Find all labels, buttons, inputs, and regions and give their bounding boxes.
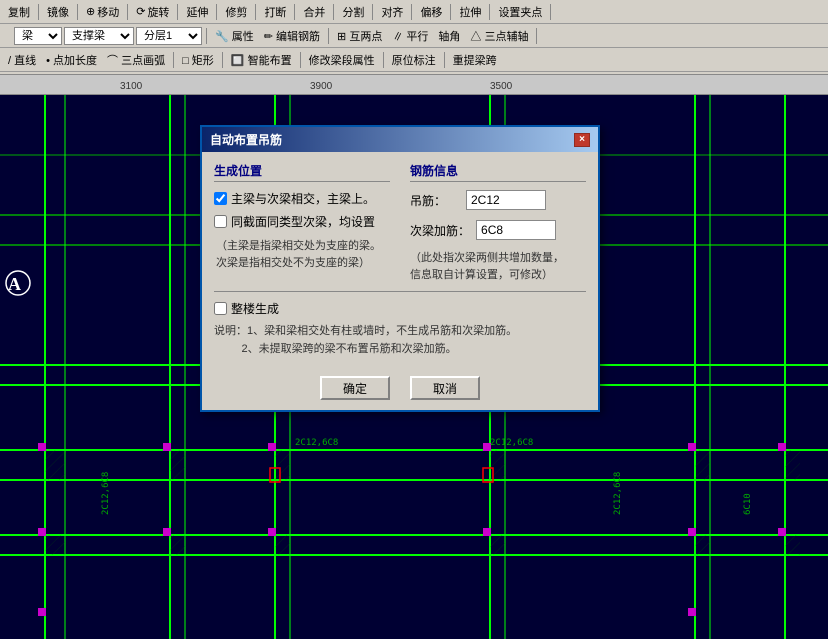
checkbox1-label: 主梁与次梁相交，主梁上。 bbox=[231, 190, 375, 207]
sep bbox=[550, 4, 551, 20]
note-title: 说明：1、梁和梁相交处有柱或墙时，不生成吊筋和次梁加筋。 bbox=[214, 325, 517, 337]
sep bbox=[294, 4, 295, 20]
dialog-title: 自动布置吊筋 bbox=[210, 131, 282, 148]
dialog-titlebar: 自动布置吊筋 × bbox=[202, 127, 598, 152]
mirror-btn[interactable]: 镜像 bbox=[43, 2, 73, 22]
stretch-btn[interactable]: 拉伸 bbox=[455, 2, 485, 22]
sep bbox=[38, 4, 39, 20]
parallel-btn[interactable]: ∥ 平行 bbox=[388, 26, 432, 46]
checkbox3-label: 整楼生成 bbox=[231, 300, 279, 317]
move-btn[interactable]: ⊕ 移动 bbox=[82, 2, 123, 22]
property-btn[interactable]: 🔧 属性 bbox=[211, 26, 258, 46]
rect-btn[interactable]: □ 矩形 bbox=[178, 50, 218, 70]
arc-btn[interactable]: ⌒ 三点画弧 bbox=[103, 50, 169, 70]
dialog-columns: 生成位置 主梁与次梁相交，主梁上。 同截面同类型次梁，均设置 （主梁是指梁相交处… bbox=[214, 162, 586, 283]
sep bbox=[177, 4, 178, 20]
extend-btn[interactable]: 延伸 bbox=[182, 2, 212, 22]
sep bbox=[489, 4, 490, 20]
layer-select[interactable]: 分层1 bbox=[136, 27, 202, 45]
sep bbox=[383, 52, 384, 68]
sep bbox=[300, 52, 301, 68]
rebar1-input[interactable] bbox=[466, 190, 546, 210]
rebar2-row: 次梁加筋： bbox=[410, 220, 586, 240]
sep bbox=[536, 28, 537, 44]
auto-place-stirrup-dialog: 自动布置吊筋 × 生成位置 主梁与次梁相交，主梁上。 同截面同类型次梁，均设置 bbox=[200, 125, 600, 412]
re-extract-btn[interactable]: 重提梁跨 bbox=[449, 50, 501, 70]
note-line2: 2、未提取梁跨的梁不布置吊筋和次梁加筋。 bbox=[242, 343, 457, 355]
divider bbox=[214, 291, 586, 292]
sep bbox=[206, 28, 207, 44]
trim-btn[interactable]: 修剪 bbox=[221, 2, 251, 22]
sep bbox=[411, 4, 412, 20]
dialog-left-col: 生成位置 主梁与次梁相交，主梁上。 同截面同类型次梁，均设置 （主梁是指梁相交处… bbox=[214, 162, 390, 283]
rebar2-label: 次梁加筋： bbox=[410, 222, 470, 239]
toolbar: 复制 镜像 ⊕ 移动 ⟳ 旋转 延伸 修剪 打断 合并 分割 对齐 偏移 拉伸 … bbox=[0, 0, 828, 75]
checkbox2[interactable] bbox=[214, 215, 227, 228]
offset-btn[interactable]: 偏移 bbox=[416, 2, 446, 22]
point-length-btn[interactable]: • 点加长度 bbox=[42, 50, 101, 70]
beam-type-select[interactable]: 梁 bbox=[14, 27, 62, 45]
split-btn[interactable]: 分割 bbox=[338, 2, 368, 22]
dialog-right-col: 钢筋信息 吊筋： 次梁加筋： （此处指次梁两侧共增加数量，信息取自计算设置，可修… bbox=[410, 162, 586, 283]
align-btn[interactable]: 对齐 bbox=[377, 2, 407, 22]
sep bbox=[77, 4, 78, 20]
sep bbox=[450, 4, 451, 20]
modify-seg-btn[interactable]: 修改梁段属性 bbox=[305, 50, 379, 70]
rebar-note: （此处指次梁两侧共增加数量，信息取自计算设置，可修改） bbox=[410, 250, 586, 283]
axis-angle-btn[interactable]: 轴角 bbox=[434, 26, 464, 46]
three-point-axis-btn[interactable]: △ 三点辅轴 bbox=[466, 26, 532, 46]
ok-button[interactable]: 确定 bbox=[320, 376, 390, 400]
checkbox3-row: 整楼生成 bbox=[214, 300, 586, 317]
grip-btn[interactable]: 设置夹点 bbox=[494, 2, 546, 22]
checkbox1-row: 主梁与次梁相交，主梁上。 bbox=[214, 190, 390, 207]
edit-rebar-btn[interactable]: ✏ 编辑钢筋 bbox=[260, 26, 324, 46]
line-btn[interactable]: / 直线 bbox=[4, 50, 40, 70]
rotate-btn[interactable]: ⟳ 旋转 bbox=[132, 2, 173, 22]
beam-subtype-select[interactable]: 支撑梁 bbox=[64, 27, 134, 45]
sep bbox=[216, 4, 217, 20]
toolbar-row-3: / 直线 • 点加长度 ⌒ 三点画弧 □ 矩形 🔲 智能布置 修改梁段属性 原位… bbox=[0, 48, 828, 72]
sep bbox=[222, 52, 223, 68]
dialog-overlay: 自动布置吊筋 × 生成位置 主梁与次梁相交，主梁上。 同截面同类型次梁，均设置 bbox=[0, 75, 828, 639]
sep bbox=[333, 4, 334, 20]
sep bbox=[127, 4, 128, 20]
notes-section: 说明：1、梁和梁相交处有柱或墙时，不生成吊筋和次梁加筋。 2、未提取梁跨的梁不布… bbox=[214, 323, 586, 358]
sep bbox=[255, 4, 256, 20]
break-btn[interactable]: 打断 bbox=[260, 2, 290, 22]
note1: （主梁是指梁相交处为支座的梁。次梁是指相交处不为支座的梁） bbox=[214, 236, 390, 273]
merge-btn[interactable]: 合并 bbox=[299, 2, 329, 22]
right-col-header: 钢筋信息 bbox=[410, 162, 586, 182]
left-col-header: 生成位置 bbox=[214, 162, 390, 182]
rebar1-row: 吊筋： bbox=[410, 190, 586, 210]
sep bbox=[444, 52, 445, 68]
checkbox3[interactable] bbox=[214, 302, 227, 315]
sep bbox=[372, 4, 373, 20]
two-point-btn[interactable]: ⊞ 互两点 bbox=[333, 26, 386, 46]
dialog-body: 生成位置 主梁与次梁相交，主梁上。 同截面同类型次梁，均设置 （主梁是指梁相交处… bbox=[202, 152, 598, 368]
rebar2-input[interactable] bbox=[476, 220, 556, 240]
sep bbox=[173, 52, 174, 68]
toolbar-row-1: 复制 镜像 ⊕ 移动 ⟳ 旋转 延伸 修剪 打断 合并 分割 对齐 偏移 拉伸 … bbox=[0, 0, 828, 24]
checkbox2-row: 同截面同类型次梁，均设置 bbox=[214, 213, 390, 230]
rebar1-label: 吊筋： bbox=[410, 192, 460, 209]
copy-btn[interactable]: 复制 bbox=[4, 2, 34, 22]
auto-place-btn[interactable]: 🔲 智能布置 bbox=[227, 50, 296, 70]
checkbox1[interactable] bbox=[214, 192, 227, 205]
sep bbox=[328, 28, 329, 44]
cancel-button[interactable]: 取消 bbox=[410, 376, 480, 400]
dialog-footer: 确定 取消 bbox=[202, 368, 598, 410]
toolbar-row-2: 梁 支撑梁 分层1 🔧 属性 ✏ 编辑钢筋 ⊞ 互两点 ∥ 平行 轴角 △ 三点… bbox=[0, 24, 828, 48]
checkbox2-label: 同截面同类型次梁，均设置 bbox=[231, 213, 375, 230]
dialog-close-button[interactable]: × bbox=[574, 133, 590, 147]
in-situ-mark-btn[interactable]: 原位标注 bbox=[388, 50, 440, 70]
